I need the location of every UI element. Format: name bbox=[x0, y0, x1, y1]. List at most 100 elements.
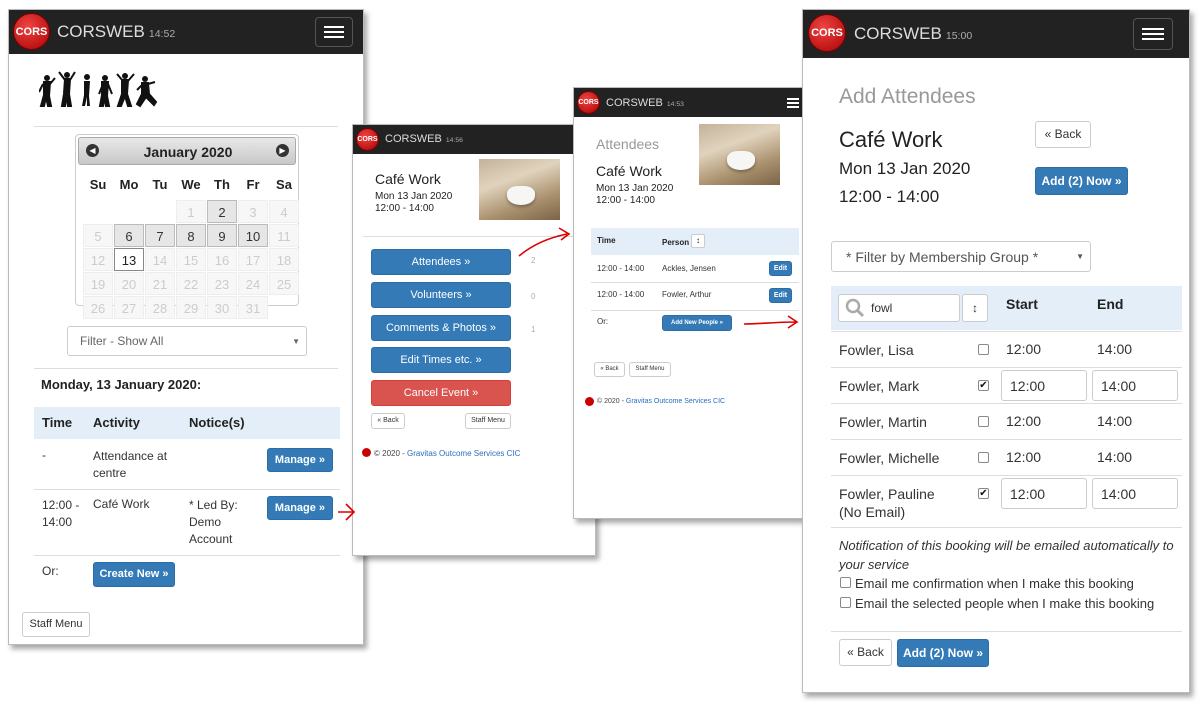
calendar-day: 25 bbox=[269, 272, 299, 295]
brand[interactable]: CORSWEB 14:53 bbox=[606, 97, 684, 109]
calendar-day[interactable]: 9 bbox=[207, 224, 237, 247]
membership-group-select[interactable]: * Filter by Membership Group * ▼ bbox=[831, 241, 1091, 272]
weekday-label: Tu bbox=[152, 177, 168, 192]
row-activity: Attendance at centre bbox=[93, 449, 168, 480]
calendar-day: 22 bbox=[176, 272, 206, 295]
weekday-label: Th bbox=[214, 177, 230, 192]
select-person-checkbox[interactable]: ✔ bbox=[978, 488, 989, 499]
add-now-button[interactable]: Add (2) Now » bbox=[1035, 167, 1128, 195]
email-selected-checkbox[interactable] bbox=[840, 597, 851, 608]
brand[interactable]: CORSWEB 14:52 bbox=[57, 22, 175, 42]
staff-menu-button[interactable]: Staff Menu bbox=[22, 612, 90, 637]
event-photo bbox=[699, 124, 780, 185]
row-time: - bbox=[42, 448, 46, 462]
col-activity: Activity bbox=[93, 415, 140, 430]
select-person-checkbox[interactable] bbox=[978, 452, 989, 463]
weekday-label: Sa bbox=[276, 177, 292, 192]
end-time-value: 14:00 bbox=[1101, 377, 1137, 394]
select-person-checkbox[interactable]: ✔ bbox=[978, 380, 989, 391]
manage-button[interactable]: Manage » bbox=[267, 496, 333, 520]
cancel-event-button[interactable]: Cancel Event » bbox=[371, 380, 511, 406]
search-input[interactable]: fowl bbox=[838, 294, 960, 322]
screen-attendees: CORS CORSWEB 14:53 Attendees Café Work Mo… bbox=[573, 87, 807, 519]
person-name: Fowler, Mark bbox=[839, 378, 920, 394]
email-me-checkbox[interactable] bbox=[840, 577, 851, 588]
start-time-input[interactable]: 12:00 bbox=[1001, 478, 1087, 509]
end-time-input[interactable]: 14:00 bbox=[1092, 370, 1178, 401]
calendar-day: 20 bbox=[114, 272, 144, 295]
row-activity: Café Work bbox=[93, 497, 150, 511]
calendar-day[interactable]: 8 bbox=[176, 224, 206, 247]
calendar-day: 16 bbox=[207, 248, 237, 271]
staff-menu-button[interactable]: Staff Menu bbox=[629, 362, 671, 377]
attendees-button[interactable]: Attendees » bbox=[371, 249, 511, 275]
weekday-label: We bbox=[181, 177, 201, 192]
page-heading: Add Attendees bbox=[839, 85, 976, 108]
start-time-input[interactable]: 12:00 bbox=[1001, 370, 1087, 401]
search-icon bbox=[845, 298, 865, 318]
event-title: Café Work bbox=[839, 127, 943, 152]
col-start: Start bbox=[1006, 296, 1038, 312]
navbar: CORS CORSWEB 15:00 bbox=[803, 10, 1189, 58]
footer-link[interactable]: Gravitas Outcome Services CIC bbox=[407, 449, 520, 458]
table-row: - Attendance at centre Manage » bbox=[34, 440, 340, 488]
next-month-button[interactable]: ▶ bbox=[276, 144, 289, 157]
menu-toggle-button[interactable] bbox=[315, 17, 353, 47]
brand[interactable]: CORSWEB 14:56 bbox=[385, 133, 463, 145]
footer-logo-icon bbox=[362, 448, 371, 457]
row-person: Fowler, Arthur bbox=[662, 290, 712, 299]
calendar-day: 11 bbox=[269, 224, 299, 247]
calendar-day[interactable]: 2 bbox=[207, 200, 237, 223]
select-person-checkbox[interactable] bbox=[978, 344, 989, 355]
calendar-day: 15 bbox=[176, 248, 206, 271]
event-title: Café Work bbox=[375, 171, 441, 187]
event-times: 12:00 - 14:00 bbox=[596, 195, 655, 206]
screen-add-attendees: CORS CORSWEB 15:00 Add Attendees Café Wor… bbox=[802, 9, 1190, 693]
create-new-button[interactable]: Create New » bbox=[93, 562, 175, 587]
back-button[interactable]: « Back bbox=[594, 362, 625, 377]
select-person-checkbox[interactable] bbox=[978, 416, 989, 427]
footer: © 2020 - Gravitas Outcome Services CIC bbox=[597, 398, 725, 405]
end-time-input[interactable]: 14:00 bbox=[1092, 478, 1178, 509]
sort-button[interactable]: ↕ bbox=[962, 294, 988, 322]
calendar-day[interactable]: 7 bbox=[145, 224, 175, 247]
filter-select[interactable]: Filter - Show All ▼ bbox=[67, 326, 307, 356]
clock: 14:53 bbox=[666, 101, 684, 108]
clock: 14:52 bbox=[148, 28, 176, 40]
calendar-day: 29 bbox=[176, 296, 206, 319]
manage-button[interactable]: Manage » bbox=[267, 448, 333, 472]
calendar-day: 27 bbox=[114, 296, 144, 319]
person-name: Fowler, Lisa bbox=[839, 342, 914, 358]
calendar-day[interactable]: 13 bbox=[114, 248, 144, 271]
staff-menu-button[interactable]: Staff Menu bbox=[465, 413, 511, 429]
brand[interactable]: CORSWEB 15:00 bbox=[854, 24, 972, 44]
back-button-bottom[interactable]: « Back bbox=[839, 639, 892, 666]
menu-toggle-button[interactable] bbox=[1133, 18, 1173, 50]
back-button[interactable]: « Back bbox=[371, 413, 405, 429]
sort-icon[interactable]: ↕ bbox=[691, 234, 705, 248]
annotation-arrow-2 bbox=[518, 227, 571, 257]
row-time: 12:00 - 14:00 bbox=[597, 264, 645, 273]
edit-button[interactable]: Edit bbox=[769, 261, 792, 276]
calendar: ◀ January 2020 ▶ Su Mo Tu We Th Fr Sa 12345678… bbox=[75, 134, 299, 319]
navbar: CORS CORSWEB 14:52 bbox=[9, 10, 363, 54]
calendar-day: 1 bbox=[176, 200, 206, 223]
calendar-day: 30 bbox=[207, 296, 237, 319]
add-now-button-bottom[interactable]: Add (2) Now » bbox=[897, 639, 989, 667]
calendar-day[interactable]: 6 bbox=[114, 224, 144, 247]
footer-link[interactable]: Gravitas Outcome Services CIC bbox=[626, 398, 725, 405]
row-time: 12:00 - 14:00 bbox=[42, 498, 80, 529]
edit-button[interactable]: Edit bbox=[769, 288, 792, 303]
start-time-value: 12:00 bbox=[1010, 485, 1046, 502]
calendar-day[interactable]: 10 bbox=[238, 224, 268, 247]
brand-name: CORSWEB bbox=[57, 22, 145, 41]
edit-times-button[interactable]: Edit Times etc. » bbox=[371, 347, 511, 373]
comments-photos-button[interactable]: Comments & Photos » bbox=[371, 315, 511, 341]
end-time: 14:00 bbox=[1097, 341, 1133, 357]
add-new-people-button[interactable]: Add New People » bbox=[662, 315, 732, 331]
back-button[interactable]: « Back bbox=[1035, 121, 1091, 148]
menu-toggle-button[interactable] bbox=[782, 94, 804, 111]
footer-prefix: © 2020 - bbox=[597, 398, 624, 405]
calendar-day: 24 bbox=[238, 272, 268, 295]
volunteers-button[interactable]: Volunteers » bbox=[371, 282, 511, 308]
